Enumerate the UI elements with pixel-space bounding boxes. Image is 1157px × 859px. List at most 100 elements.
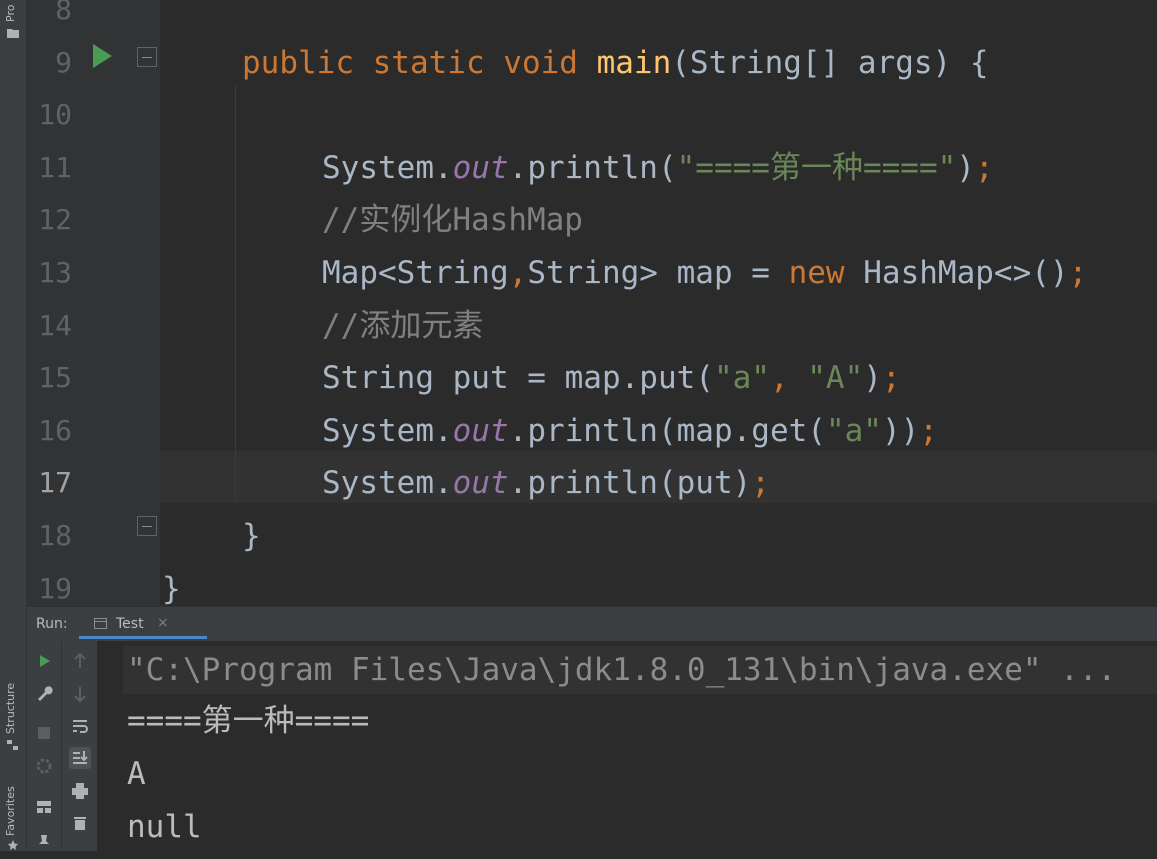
soft-wrap-button[interactable] bbox=[69, 715, 91, 737]
structure-tool-tab[interactable]: Structure bbox=[4, 683, 17, 734]
structure-icon bbox=[7, 740, 18, 750]
code-token: , bbox=[508, 255, 528, 291]
code-token: out bbox=[452, 150, 509, 186]
scroll-down-button[interactable] bbox=[69, 683, 91, 705]
structure-tool-label: Structure bbox=[4, 682, 17, 734]
gear-icon bbox=[36, 758, 52, 774]
code-token: "a" bbox=[825, 413, 882, 449]
code-editor[interactable]: public static void main(String[] args) {… bbox=[160, 0, 1157, 606]
code-token: ; bbox=[919, 413, 938, 449]
code-line: Map<String,String> map = new HashMap<>()… bbox=[322, 247, 1087, 299]
scroll-to-end-button[interactable] bbox=[69, 747, 91, 769]
line-number: 9 bbox=[55, 46, 72, 79]
play-icon bbox=[40, 655, 50, 667]
code-token: , bbox=[769, 360, 808, 396]
run-tab-test[interactable]: Test × bbox=[79, 607, 207, 639]
line-number: 18 bbox=[38, 519, 72, 552]
code-token: ) bbox=[956, 150, 975, 186]
code-line: } bbox=[242, 510, 261, 562]
wrench-icon bbox=[38, 686, 53, 701]
stop-button[interactable] bbox=[33, 722, 55, 744]
code-token: "a" bbox=[713, 360, 770, 396]
trash-icon bbox=[74, 817, 86, 830]
print-button[interactable] bbox=[69, 780, 91, 802]
console-command-line: "C:\Program Files\Java\jdk1.8.0_131\bin\… bbox=[123, 646, 1157, 694]
folder-icon bbox=[7, 29, 19, 38]
line-number: 16 bbox=[38, 414, 72, 447]
close-icon[interactable]: × bbox=[157, 615, 169, 631]
project-tool-label: Pro bbox=[4, 4, 17, 22]
code-token: ) bbox=[863, 360, 882, 396]
line-number: 14 bbox=[38, 309, 72, 342]
line-number: 8 bbox=[55, 0, 72, 26]
run-panel-header: Run: Test × bbox=[27, 606, 1157, 641]
code-line: //实例化HashMap bbox=[322, 194, 583, 246]
code-token: out bbox=[452, 413, 509, 449]
code-token: String put = map.put( bbox=[322, 360, 714, 396]
code-token: new bbox=[788, 255, 864, 291]
code-token: ; bbox=[881, 360, 901, 396]
project-tool-tab[interactable]: Pro bbox=[4, 5, 17, 22]
code-token: ; bbox=[1068, 255, 1088, 291]
console-output-line: ====第一种==== bbox=[127, 703, 370, 739]
arrow-down-icon bbox=[74, 687, 86, 703]
code-line: public static void main(String[] args) { bbox=[242, 37, 989, 89]
line-number: 13 bbox=[38, 256, 72, 289]
code-line: } bbox=[162, 563, 181, 606]
scroll-up-button[interactable] bbox=[69, 650, 91, 672]
layout-icon bbox=[37, 801, 51, 813]
code-token: String> map = bbox=[527, 255, 789, 291]
pin-button[interactable] bbox=[33, 831, 55, 853]
stop-icon bbox=[38, 727, 50, 739]
code-token: .println(map.get( bbox=[508, 413, 826, 449]
code-token: "====第一种====" bbox=[676, 150, 957, 186]
code-token: ; bbox=[974, 150, 994, 186]
code-token: System. bbox=[322, 150, 453, 186]
console-output-line: A bbox=[127, 756, 146, 792]
line-number: 11 bbox=[38, 151, 72, 184]
fold-marker-close-icon[interactable] bbox=[137, 516, 157, 536]
line-number: 10 bbox=[38, 98, 72, 131]
code-token: out bbox=[452, 465, 509, 501]
fold-marker-open-icon[interactable] bbox=[137, 47, 157, 67]
line-number: 15 bbox=[38, 361, 72, 394]
clear-all-button[interactable] bbox=[69, 812, 91, 834]
code-token: System. bbox=[322, 465, 453, 501]
favorites-tool-tab[interactable]: Favorites bbox=[4, 786, 17, 836]
line-number: 17 bbox=[38, 466, 72, 499]
code-token: ; bbox=[751, 465, 770, 501]
run-label: Run: bbox=[36, 616, 68, 632]
code-line: //添加元素 bbox=[322, 300, 483, 352]
rerun-button[interactable] bbox=[33, 650, 55, 672]
favorites-tool-label: Favorites bbox=[4, 786, 17, 836]
run-toolbar bbox=[27, 641, 97, 851]
left-tool-strip: Pro Structure Favorites bbox=[0, 0, 27, 851]
run-console[interactable]: "C:\Program Files\Java\jdk1.8.0_131\bin\… bbox=[97, 641, 1157, 851]
toolbar-divider bbox=[61, 641, 62, 851]
code-token: System. bbox=[322, 413, 453, 449]
printer-icon bbox=[72, 783, 88, 799]
code-token: main bbox=[596, 45, 672, 81]
run-main-icon[interactable] bbox=[93, 44, 112, 68]
code-line: System.out.println(put); bbox=[322, 457, 770, 509]
code-token: .println(put) bbox=[508, 465, 752, 501]
code-token: HashMap<>() bbox=[863, 255, 1069, 291]
arrow-up-icon bbox=[74, 652, 86, 668]
console-output-line: null bbox=[127, 809, 202, 845]
code-token: "A" bbox=[807, 360, 864, 396]
console-icon bbox=[94, 618, 107, 629]
code-token: public static void bbox=[242, 45, 597, 81]
java-command-text: "C:\Program Files\Java\jdk1.8.0_131\bin\… bbox=[127, 652, 1117, 688]
code-token: //添加元素 bbox=[322, 308, 484, 344]
edit-configuration-button[interactable] bbox=[33, 682, 55, 704]
code-token: .println( bbox=[508, 150, 677, 186]
code-token: //实例化HashMap bbox=[322, 202, 583, 238]
code-line: System.out.println(map.get("a")); bbox=[322, 405, 938, 457]
line-number: 12 bbox=[38, 203, 72, 236]
run-tab-title: Test bbox=[116, 616, 144, 632]
pin-icon bbox=[39, 835, 49, 844]
indent-guide bbox=[235, 84, 236, 502]
soft-wrap-icon bbox=[73, 720, 88, 733]
layout-button[interactable] bbox=[33, 796, 55, 818]
debug-settings-button[interactable] bbox=[33, 755, 55, 777]
